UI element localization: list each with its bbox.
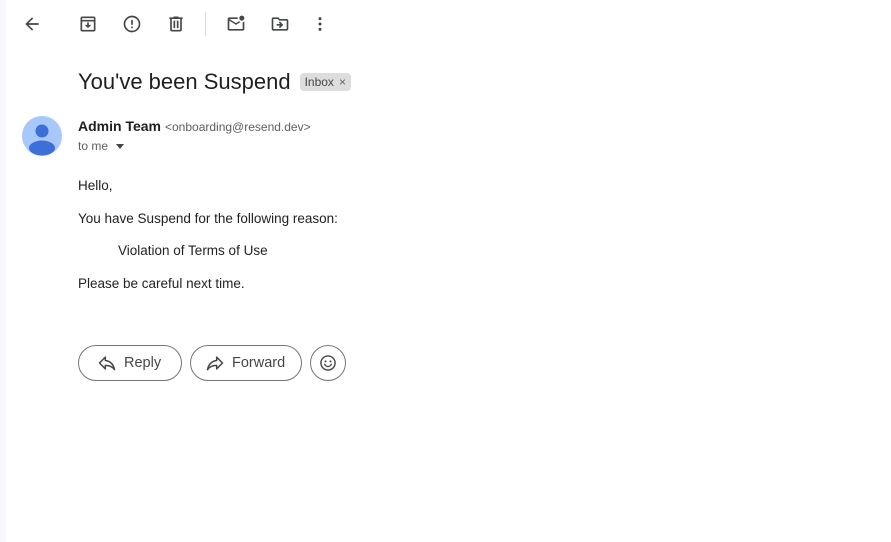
recipient-line: to me bbox=[78, 139, 125, 153]
report-spam-button[interactable] bbox=[116, 8, 148, 40]
toolbar-divider bbox=[205, 12, 206, 36]
emoji-reaction-button[interactable] bbox=[310, 345, 346, 381]
delete-icon bbox=[169, 16, 183, 32]
back-arrow-icon bbox=[25, 17, 39, 31]
mark-unread-icon bbox=[227, 15, 245, 31]
subject-row: You've been Suspend Inbox × bbox=[78, 66, 351, 98]
remove-label-icon[interactable]: × bbox=[339, 76, 346, 88]
email-view: You've been Suspend Inbox × Admin Team <… bbox=[6, 0, 891, 542]
body-reason: Violation of Terms of Use bbox=[118, 243, 268, 258]
forward-button[interactable]: Forward bbox=[190, 345, 302, 381]
reply-button[interactable]: Reply bbox=[78, 345, 182, 381]
archive-icon bbox=[80, 16, 96, 32]
more-vert-icon bbox=[318, 17, 322, 31]
email-subject: You've been Suspend bbox=[78, 69, 291, 94]
smiley-icon bbox=[320, 355, 336, 371]
sender-avatar[interactable] bbox=[22, 116, 62, 156]
toolbar bbox=[6, 0, 891, 48]
recipient-text: to me bbox=[78, 139, 109, 153]
recipient-details-dropdown-icon[interactable] bbox=[116, 143, 125, 149]
reply-label: Reply bbox=[124, 355, 162, 371]
more-options-button[interactable] bbox=[304, 8, 336, 40]
forward-icon bbox=[206, 356, 224, 371]
sender-line: Admin Team <onboarding@resend.dev> bbox=[78, 118, 311, 134]
inbox-label-chip[interactable]: Inbox × bbox=[299, 73, 351, 91]
body-greeting: Hello, bbox=[78, 178, 113, 193]
report-spam-icon bbox=[123, 15, 141, 33]
sender-email: <onboarding@resend.dev> bbox=[164, 120, 311, 134]
body-closing: Please be careful next time. bbox=[78, 276, 245, 291]
forward-label: Forward bbox=[232, 355, 286, 371]
move-to-button[interactable] bbox=[264, 8, 296, 40]
mark-unread-button[interactable] bbox=[220, 8, 252, 40]
archive-button[interactable] bbox=[72, 8, 104, 40]
delete-button[interactable] bbox=[160, 8, 192, 40]
body-line: You have Suspend for the following reaso… bbox=[78, 211, 338, 226]
move-to-icon bbox=[271, 17, 289, 31]
reply-icon bbox=[98, 356, 116, 371]
label-chip-text: Inbox bbox=[304, 75, 334, 89]
sender-name[interactable]: Admin Team bbox=[78, 118, 161, 134]
back-button[interactable] bbox=[16, 8, 48, 40]
